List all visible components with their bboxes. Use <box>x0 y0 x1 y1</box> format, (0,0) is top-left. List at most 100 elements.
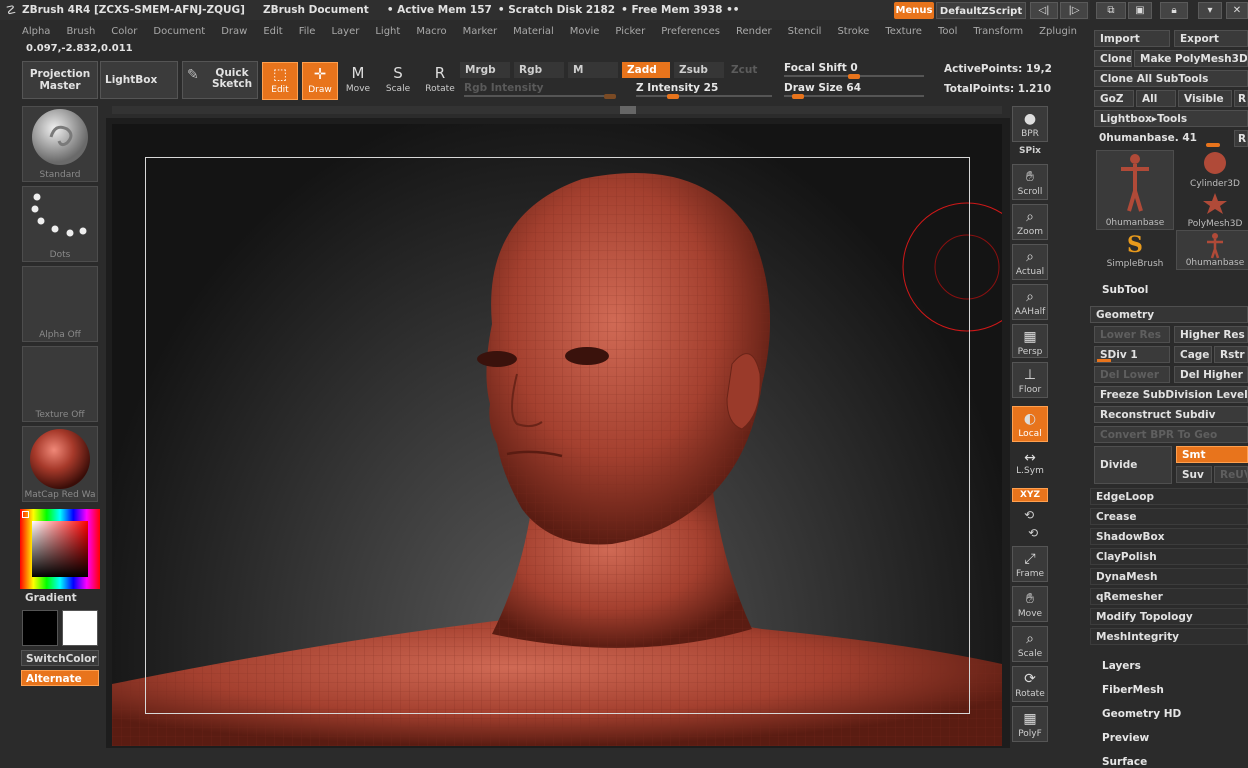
geometry-hd-section[interactable]: Geometry HD <box>1102 708 1181 720</box>
menus-button[interactable]: Menus <box>894 2 934 19</box>
zsub-toggle[interactable]: Zsub <box>674 62 724 78</box>
geometry-edgeloop-section[interactable]: EdgeLoop <box>1090 488 1248 505</box>
move-button[interactable]: M Move <box>340 62 376 100</box>
export-button[interactable]: Export <box>1174 30 1248 47</box>
scroll-right-icon[interactable]: |▷ <box>1060 2 1088 19</box>
sdiv-slider[interactable]: SDiv 1 <box>1094 346 1170 363</box>
rotate-button[interactable]: R Rotate <box>422 62 458 100</box>
fibermesh-section[interactable]: FiberMesh <box>1102 684 1164 696</box>
menu-movie[interactable]: Movie <box>562 24 608 40</box>
menu-edit[interactable]: Edit <box>255 24 290 40</box>
geometry-claypolish-section[interactable]: ClayPolish <box>1090 548 1248 565</box>
rgb-intensity-slider[interactable]: Rgb Intensity <box>464 80 616 99</box>
move-view-button[interactable]: ✋︎ Move <box>1012 586 1048 622</box>
geometry-qremesher-section[interactable]: qRemesher <box>1090 588 1248 605</box>
geometry-modify-topology-section[interactable]: Modify Topology <box>1090 608 1248 625</box>
clone-button[interactable]: Clone <box>1094 50 1132 67</box>
xyz-button[interactable]: XYZ <box>1012 488 1048 502</box>
menu-material[interactable]: Material <box>505 24 562 40</box>
color-saturation-square[interactable] <box>32 521 88 577</box>
z-intensity-slider[interactable]: Z Intensity 25 <box>636 80 772 99</box>
actual-button[interactable]: ⌕ Actual <box>1012 244 1048 280</box>
menu-stencil[interactable]: Stencil <box>780 24 830 40</box>
menu-texture[interactable]: Texture <box>877 24 930 40</box>
menu-preferences[interactable]: Preferences <box>653 24 728 40</box>
subtool-header[interactable]: SubTool <box>1102 284 1148 296</box>
switch-color-button[interactable]: SwitchColor <box>21 650 99 666</box>
local-button[interactable]: ◐ Local <box>1012 406 1048 442</box>
geometry-shadowbox-section[interactable]: ShadowBox <box>1090 528 1248 545</box>
menu-macro[interactable]: Macro <box>408 24 454 40</box>
brush-selector[interactable]: Standard <box>22 106 98 182</box>
document-canvas[interactable] <box>112 124 1002 746</box>
menu-marker[interactable]: Marker <box>455 24 506 40</box>
bpr-button[interactable]: ● BPR <box>1012 106 1048 142</box>
floor-button[interactable]: ⊥ Floor <box>1012 362 1048 398</box>
goz-button[interactable]: GoZ <box>1094 90 1134 107</box>
rotate-y-icon[interactable]: ⟲ <box>1024 508 1034 522</box>
menu-file[interactable]: File <box>291 24 324 40</box>
goz-visible-button[interactable]: Visible <box>1178 90 1232 107</box>
goz-r-button[interactable]: R <box>1234 90 1248 107</box>
tool-thumb-polymesh[interactable]: PolyMesh3D <box>1176 190 1248 230</box>
reuv-button[interactable]: ReUV <box>1214 466 1248 483</box>
divide-button[interactable]: Divide <box>1094 446 1172 484</box>
tool-thumb-humanbase-2[interactable]: 0humanbase <box>1176 230 1248 270</box>
geometry-meshintegrity-section[interactable]: MeshIntegrity <box>1090 628 1248 645</box>
menu-light[interactable]: Light <box>367 24 408 40</box>
tile-window-icon[interactable]: ▣ <box>1128 2 1152 19</box>
zcut-toggle[interactable]: Zcut <box>726 62 772 78</box>
freeze-subdivision-button[interactable]: Freeze SubDivision Levels <box>1094 386 1248 403</box>
secondary-color-swatch[interactable] <box>22 610 58 646</box>
tool-r-button[interactable]: R <box>1234 130 1248 147</box>
rotate-z-icon[interactable]: ⟲ <box>1028 526 1038 540</box>
menu-zplugin[interactable]: Zplugin <box>1031 24 1085 40</box>
stroke-selector[interactable]: Dots <box>22 186 98 262</box>
higher-res-button[interactable]: Higher Res <box>1174 326 1248 343</box>
scroll-button[interactable]: ✋︎ Scroll <box>1012 164 1048 200</box>
menu-stroke[interactable]: Stroke <box>829 24 877 40</box>
menu-document[interactable]: Document <box>145 24 213 40</box>
current-tool-slider[interactable]: 0humanbase. 41 <box>1094 130 1232 147</box>
focal-shift-slider[interactable]: Focal Shift 0 <box>784 60 924 79</box>
menu-picker[interactable]: Picker <box>607 24 653 40</box>
geometry-dynamesh-section[interactable]: DynaMesh <box>1090 568 1248 585</box>
draw-size-slider[interactable]: Draw Size 64 <box>784 80 924 99</box>
hue-marker[interactable] <box>22 511 29 518</box>
polyf-button[interactable]: ▦ PolyF <box>1012 706 1048 742</box>
persp-button[interactable]: ▦ Persp <box>1012 324 1048 358</box>
suv-toggle[interactable]: Suv <box>1176 466 1212 483</box>
clone-all-subtools-button[interactable]: Clone All SubTools <box>1094 70 1248 87</box>
menu-layer[interactable]: Layer <box>323 24 367 40</box>
minimize-icon[interactable]: ▾ <box>1198 2 1222 19</box>
geometry-header[interactable]: Geometry <box>1090 306 1248 323</box>
m-toggle[interactable]: M <box>568 62 618 78</box>
draw-button[interactable]: ✛ Draw <box>302 62 338 100</box>
menu-render[interactable]: Render <box>728 24 780 40</box>
reconstruct-subdiv-button[interactable]: Reconstruct Subdiv <box>1094 406 1248 423</box>
menu-draw[interactable]: Draw <box>213 24 255 40</box>
layers-section[interactable]: Layers <box>1102 660 1141 672</box>
del-higher-button[interactable]: Del Higher <box>1174 366 1248 383</box>
alpha-selector[interactable]: Alpha Off <box>22 266 98 342</box>
tool-thumb-simplebrush[interactable]: S SimpleBrush <box>1096 230 1174 270</box>
preview-section[interactable]: Preview <box>1102 732 1149 744</box>
goz-all-button[interactable]: All <box>1136 90 1176 107</box>
color-picker[interactable] <box>20 509 100 589</box>
scale-button[interactable]: S Scale <box>380 62 416 100</box>
edit-button[interactable]: ⬚ Edit <box>262 62 298 100</box>
convert-bpr-button[interactable]: Convert BPR To Geo <box>1094 426 1248 443</box>
lower-res-button[interactable]: Lower Res <box>1094 326 1170 343</box>
canvas-horizontal-scrollbar[interactable] <box>112 106 1002 114</box>
material-selector[interactable]: MatCap Red Wa <box>22 426 98 502</box>
cage-button[interactable]: Cage <box>1174 346 1212 363</box>
default-zscript-button[interactable]: DefaultZScript <box>936 2 1026 19</box>
import-button[interactable]: Import <box>1094 30 1170 47</box>
texture-selector[interactable]: Texture Off <box>22 346 98 422</box>
head-model[interactable] <box>112 124 1002 746</box>
quick-sketch-button[interactable]: ✎ Quick Sketch <box>182 61 258 99</box>
lsym-button[interactable]: ↔ L.Sym <box>1012 450 1048 480</box>
lightbox-tools-button[interactable]: Lightbox▸Tools <box>1094 110 1248 127</box>
zadd-toggle[interactable]: Zadd <box>622 62 670 78</box>
main-color-swatch[interactable] <box>62 610 98 646</box>
